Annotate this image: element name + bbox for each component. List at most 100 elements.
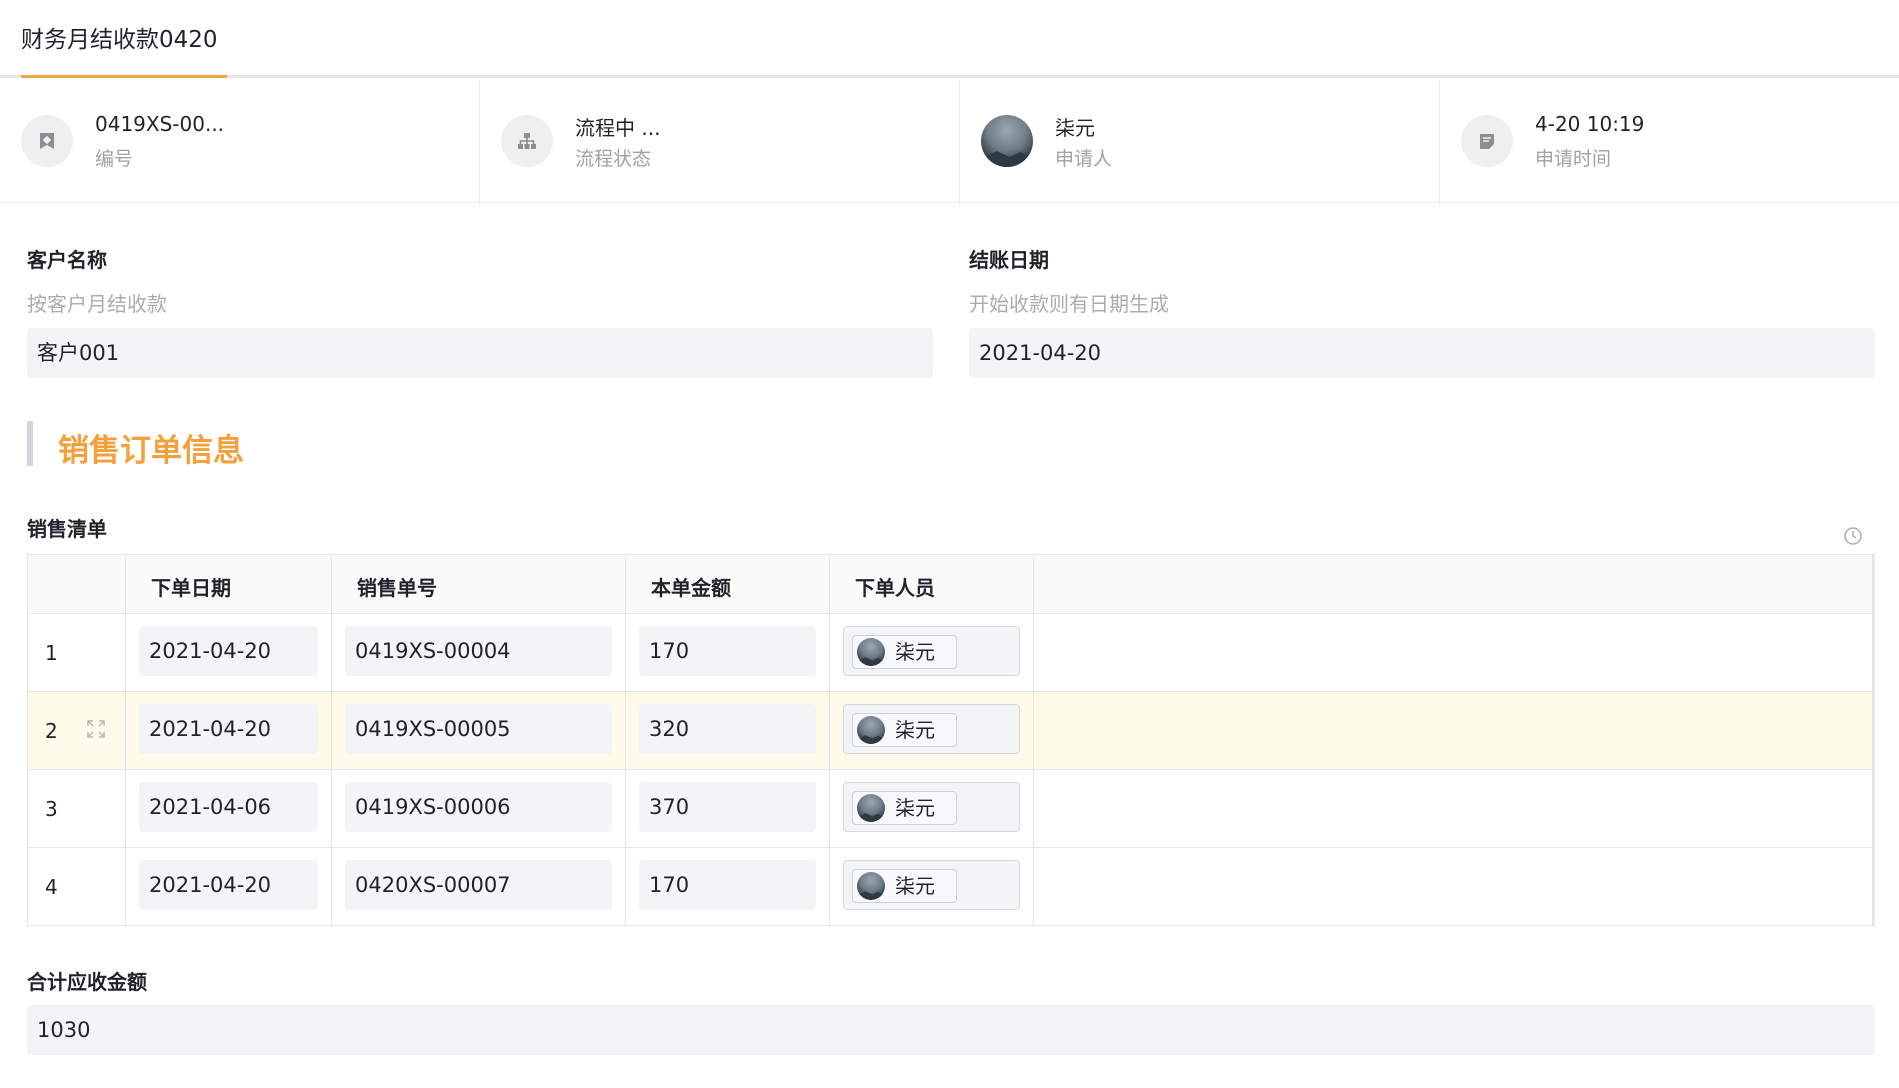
customer-name-title: 客户名称 xyxy=(27,248,107,272)
avatar xyxy=(857,638,885,666)
customer-name-field[interactable]: 客户001 xyxy=(27,328,933,378)
header-cell-date: 下单日期 xyxy=(126,555,332,613)
row-person-cell: 柒元 xyxy=(830,848,1034,925)
flow-icon xyxy=(501,115,553,167)
user-name: 柒元 xyxy=(895,796,935,820)
order-date-field[interactable]: 2021-04-20 xyxy=(139,704,318,754)
closing-date-field[interactable]: 2021-04-20 xyxy=(969,328,1875,378)
user-name: 柒元 xyxy=(895,874,935,898)
row-empty-cell xyxy=(1034,848,1875,925)
user-chip[interactable]: 柒元 xyxy=(852,791,957,825)
header-order-label: 销售单号 xyxy=(357,576,437,600)
user-name: 柒元 xyxy=(895,640,935,664)
order-date-field[interactable]: 2021-04-06 xyxy=(139,782,318,832)
row-amount-cell: 370 xyxy=(626,770,830,847)
note-icon xyxy=(1461,115,1513,167)
tab-active-underline xyxy=(21,75,227,78)
table-row[interactable]: 3 2021-04-06 0419XS-00006 370 柒元 xyxy=(28,770,1875,848)
row-number: 1 xyxy=(45,641,58,665)
row-index-cell: 1 xyxy=(28,614,126,691)
info-applicant-label: 申请人 xyxy=(1055,148,1113,170)
order-amount-field[interactable]: 170 xyxy=(639,626,816,676)
header-cell-person: 下单人员 xyxy=(830,555,1034,613)
order-date-field[interactable]: 2021-04-20 xyxy=(139,860,318,910)
header-cell-index xyxy=(28,555,126,613)
order-date-field[interactable]: 2021-04-20 xyxy=(139,626,318,676)
row-date-cell: 2021-04-20 xyxy=(126,614,332,691)
order-amount-field[interactable]: 320 xyxy=(639,704,816,754)
info-cell-applicant: 柒元 申请人 xyxy=(960,80,1440,203)
header-date-label: 下单日期 xyxy=(151,576,231,600)
row-number: 3 xyxy=(45,797,58,821)
expand-icon[interactable] xyxy=(85,718,107,740)
row-order-cell: 0419XS-00005 xyxy=(332,692,626,769)
row-date-cell: 2021-04-20 xyxy=(126,692,332,769)
user-chip[interactable]: 柒元 xyxy=(852,635,957,669)
header-cell-empty xyxy=(1034,555,1875,613)
order-person-field[interactable]: 柒元 xyxy=(843,626,1020,676)
order-number-field[interactable]: 0419XS-00006 xyxy=(345,782,612,832)
row-amount-cell: 170 xyxy=(626,614,830,691)
info-cell-number: 0419XS-00... 编号 xyxy=(0,80,480,203)
row-amount-cell: 320 xyxy=(626,692,830,769)
row-index-cell: 3 xyxy=(28,770,126,847)
row-empty-cell xyxy=(1034,770,1875,847)
section-accent-bar xyxy=(27,421,33,466)
info-time-value: 4-20 10:19 xyxy=(1535,112,1645,136)
row-empty-cell xyxy=(1034,614,1875,691)
row-order-cell: 0420XS-00007 xyxy=(332,848,626,925)
info-applicant-value: 柒元 xyxy=(1055,116,1095,140)
closing-date-hint: 开始收款则有日期生成 xyxy=(969,292,1169,316)
customer-name-hint: 按客户月结收款 xyxy=(27,292,167,316)
order-number-field[interactable]: 0420XS-00007 xyxy=(345,860,612,910)
order-person-field[interactable]: 柒元 xyxy=(843,860,1020,910)
avatar xyxy=(857,872,885,900)
order-amount-field[interactable]: 170 xyxy=(639,860,816,910)
history-icon[interactable] xyxy=(1843,526,1863,546)
sales-table: 下单日期 销售单号 本单金额 下单人员 1 2021-04-20 0419XS-… xyxy=(27,554,1875,926)
order-person-field[interactable]: 柒元 xyxy=(843,704,1020,754)
row-date-cell: 2021-04-20 xyxy=(126,848,332,925)
closing-date-title: 结账日期 xyxy=(969,248,1049,272)
header-amount-label: 本单金额 xyxy=(651,576,731,600)
user-chip[interactable]: 柒元 xyxy=(852,869,957,903)
section-title: 销售订单信息 xyxy=(58,433,244,469)
info-time-label: 申请时间 xyxy=(1535,148,1612,170)
avatar xyxy=(857,716,885,744)
avatar xyxy=(857,794,885,822)
applicant-avatar xyxy=(981,115,1033,167)
table-header-row: 下单日期 销售单号 本单金额 下单人员 xyxy=(28,555,1875,614)
row-number: 4 xyxy=(45,875,58,899)
order-number-field[interactable]: 0419XS-00004 xyxy=(345,626,612,676)
info-number-value: 0419XS-00... xyxy=(95,112,225,136)
bookmark-icon xyxy=(21,115,73,167)
table-row[interactable]: 4 2021-04-20 0420XS-00007 170 柒元 xyxy=(28,848,1875,926)
row-number: 2 xyxy=(45,719,58,743)
table-row[interactable]: 2 2021-04-20 0419XS-00005 320 柒元 xyxy=(28,692,1875,770)
header-person-label: 下单人员 xyxy=(855,576,935,600)
info-number-label: 编号 xyxy=(95,148,134,170)
row-person-cell: 柒元 xyxy=(830,692,1034,769)
table-row[interactable]: 1 2021-04-20 0419XS-00004 170 柒元 xyxy=(28,614,1875,692)
order-person-field[interactable]: 柒元 xyxy=(843,782,1020,832)
row-order-cell: 0419XS-00006 xyxy=(332,770,626,847)
info-cell-time: 4-20 10:19 申请时间 xyxy=(1440,80,1899,203)
tab-form-title[interactable]: 财务月结收款0420 xyxy=(21,20,218,78)
row-index-cell: 2 xyxy=(28,692,126,769)
tab-bar: 财务月结收款0420 xyxy=(0,0,1899,78)
row-amount-cell: 170 xyxy=(626,848,830,925)
info-strip: 0419XS-00... 编号 流程中 ... 流程状态 柒元 申请人 4-20… xyxy=(0,80,1899,203)
header-cell-amount: 本单金额 xyxy=(626,555,830,613)
total-amount-field[interactable]: 1030 xyxy=(27,1005,1875,1055)
order-number-field[interactable]: 0419XS-00005 xyxy=(345,704,612,754)
row-index-cell: 4 xyxy=(28,848,126,925)
info-status-label: 流程状态 xyxy=(575,148,652,170)
order-amount-field[interactable]: 370 xyxy=(639,782,816,832)
row-person-cell: 柒元 xyxy=(830,614,1034,691)
row-order-cell: 0419XS-00004 xyxy=(332,614,626,691)
row-person-cell: 柒元 xyxy=(830,770,1034,847)
row-empty-cell xyxy=(1034,692,1875,769)
info-status-value: 流程中 ... xyxy=(575,116,661,140)
user-chip[interactable]: 柒元 xyxy=(852,713,957,747)
row-date-cell: 2021-04-06 xyxy=(126,770,332,847)
